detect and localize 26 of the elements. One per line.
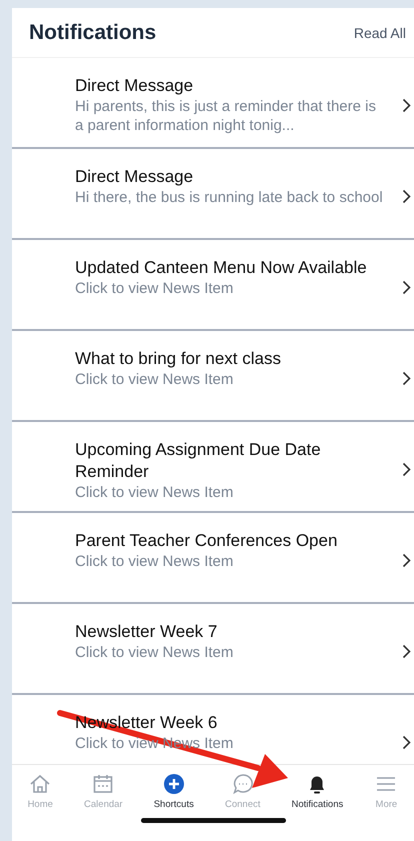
read-all-button[interactable]: Read All: [354, 20, 406, 44]
page-title: Notifications: [29, 20, 156, 44]
notification-title: Updated Canteen Menu Now Available: [75, 257, 368, 279]
notification-preview: Click to view News Item: [75, 552, 234, 571]
notification-preview: Hi parents, this is just a reminder that there is a parent information night tonig...: [75, 97, 377, 135]
notification-preview: Click to view News Item: [75, 734, 234, 753]
tab-bar-item[interactable]: Shortcuts: [154, 765, 194, 810]
notification-title: Parent Teacher Conferences Open: [75, 530, 338, 552]
notification-item[interactable]: Direct Message Hi parents, this is just a reminder that there is a parent information night tonig...: [12, 58, 414, 149]
notification-preview: Click to view News Item: [75, 643, 234, 662]
notification-title: What to bring for next class: [75, 348, 282, 370]
notification-title: Upcoming Assignment Due Date Reminder: [75, 439, 322, 483]
notification-preview: Hi there, the bus is running late back to school: [75, 188, 384, 207]
notification-title: Newsletter Week 7: [75, 621, 218, 643]
notification-item[interactable]: Upcoming Assignment Due Date Reminder Click to view News Item: [12, 422, 414, 513]
notification-item[interactable]: Parent Teacher Conferences Open Click to view News Item: [12, 513, 414, 604]
notification-title: Direct Message: [75, 75, 194, 97]
notification-item[interactable]: Newsletter Week 7 Click to view News Item: [12, 604, 414, 695]
tab-bar-item[interactable]: Notifications: [292, 765, 344, 810]
notification-preview: Click to view News Item: [75, 483, 234, 502]
notification-item[interactable]: What to bring for next class Click to view News Item: [12, 331, 414, 422]
notification-title: Direct Message: [75, 166, 194, 188]
notification-preview: Click to view News Item: [75, 370, 234, 389]
notification-item[interactable]: Direct Message Hi there, the bus is running late back to school: [12, 149, 414, 240]
notification-item[interactable]: Updated Canteen Menu Now Available Click to view News Item: [12, 240, 414, 331]
notification-preview: Click to view News Item: [75, 279, 234, 298]
